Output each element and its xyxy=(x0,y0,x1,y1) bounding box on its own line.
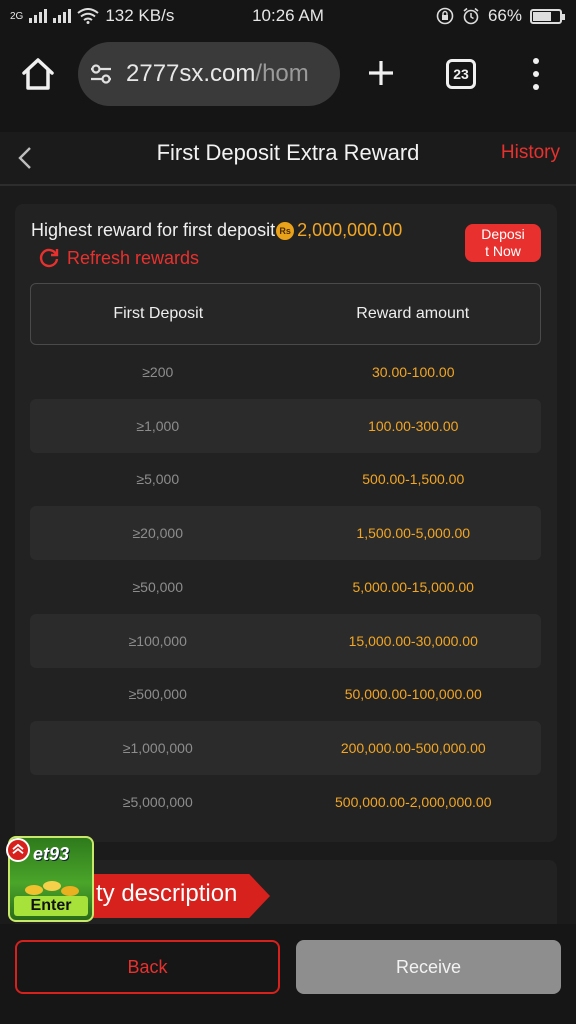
battery-icon xyxy=(530,8,565,24)
deposit-threshold: ≥20,000 xyxy=(132,525,183,542)
url-domain: 2777sx.com xyxy=(126,60,256,87)
refresh-rewards-button[interactable]: Refresh rewards xyxy=(37,246,199,270)
table-row: ≥5,000,000 500,000.00-2,000,000.00 xyxy=(30,775,541,829)
status-bar: 2G 132 KB/s 10:26 AM 66% xyxy=(0,0,576,32)
tab-count: 23 xyxy=(453,66,469,82)
overflow-menu-icon[interactable] xyxy=(528,58,544,90)
reward-range: 200,000.00-500,000.00 xyxy=(340,740,486,757)
table-row: ≥1,000 100.00-300.00 xyxy=(30,398,541,453)
reward-range: 100.00-300.00 xyxy=(368,417,459,434)
table-row: ≥1,000,000 200,000.00-500,000.00 xyxy=(30,721,541,775)
bottom-action-bar: Back Receive xyxy=(0,924,576,1024)
table-row: ≥100,000 15,000.00-30,000.00 xyxy=(30,613,541,668)
table-row: ≥5,000 500.00-1,500.00 xyxy=(30,453,541,507)
lock-rotation-icon xyxy=(436,7,454,25)
battery-percent: 66% xyxy=(487,6,522,25)
promo-enter-button[interactable]: Enter xyxy=(14,896,88,916)
url-path: /hom xyxy=(255,60,309,87)
col-first-deposit: First Deposit xyxy=(113,305,204,322)
deposit-now-button[interactable]: Deposi t Now xyxy=(465,224,541,262)
reward-table-header: First Deposit Reward amount xyxy=(30,283,541,345)
address-bar[interactable]: 2777sx.com/hom xyxy=(78,42,340,106)
new-tab-icon[interactable] xyxy=(366,58,396,88)
reward-range: 5,000.00-15,000.00 xyxy=(352,578,474,595)
browser-toolbar: 2777sx.com/hom 23 xyxy=(0,32,576,132)
rupee-coin-icon: Rs xyxy=(276,221,295,240)
deposit-now-label: Deposi t Now xyxy=(481,226,525,259)
deposit-threshold: ≥5,000,000 xyxy=(122,793,193,810)
url-text: 2777sx.com/hom xyxy=(126,60,309,88)
deposit-threshold: ≥5,000 xyxy=(136,471,180,488)
deposit-threshold: ≥1,000,000 xyxy=(122,740,193,757)
page-header: First Deposit Extra Reward History xyxy=(0,132,576,186)
reward-card: Highest reward for first deposit Rs 2,00… xyxy=(15,204,557,842)
deposit-threshold: ≥200 xyxy=(142,363,174,380)
highest-reward-label: Highest reward for first deposit xyxy=(31,220,276,240)
refresh-rewards-label: Refresh rewards xyxy=(67,247,200,268)
tab-switcher-icon[interactable]: 23 xyxy=(446,59,476,89)
highest-reward: Highest reward for first deposit Rs 2,00… xyxy=(31,220,402,241)
page-title: First Deposit Extra Reward xyxy=(156,140,420,165)
refresh-icon xyxy=(39,248,59,268)
highest-reward-amount: 2,000,000.00 xyxy=(297,220,403,240)
home-icon[interactable] xyxy=(20,56,56,92)
reward-range: 500,000.00-2,000,000.00 xyxy=(335,793,492,810)
table-row: ≥20,000 1,500.00-5,000.00 xyxy=(30,506,541,560)
table-row: ≥200 30.00-100.00 xyxy=(30,345,541,399)
history-link[interactable]: History xyxy=(501,142,560,164)
battery-level xyxy=(533,11,552,21)
deposit-threshold: ≥1,000 xyxy=(136,417,180,434)
deposit-threshold: ≥100,000 xyxy=(128,632,187,649)
reward-range: 1,500.00-5,000.00 xyxy=(356,525,471,542)
back-button[interactable]: Back xyxy=(15,940,280,994)
alarm-icon xyxy=(463,7,479,25)
deposit-threshold: ≥500,000 xyxy=(128,686,187,703)
deposit-threshold: ≥50,000 xyxy=(132,578,183,595)
receive-button[interactable]: Receive xyxy=(296,940,561,994)
activity-description-title: ty description xyxy=(96,880,238,907)
reward-range: 30.00-100.00 xyxy=(371,363,455,380)
status-right: 66% xyxy=(436,6,565,26)
coins-icon xyxy=(25,881,79,896)
table-row: ≥500,000 50,000.00-100,000.00 xyxy=(30,668,541,722)
table-row: ≥50,000 5,000.00-15,000.00 xyxy=(30,560,541,614)
reward-table-body: ≥200 30.00-100.00 ≥1,000 100.00-300.00 ≥5,… xyxy=(30,345,541,829)
reward-range: 50,000.00-100,000.00 xyxy=(344,686,482,703)
site-settings-icon[interactable] xyxy=(88,61,114,87)
collapse-up-icon[interactable] xyxy=(6,838,30,862)
reward-range: 15,000.00-30,000.00 xyxy=(348,632,478,649)
reward-range: 500.00-1,500.00 xyxy=(362,471,465,488)
col-reward-amount: Reward amount xyxy=(356,305,470,322)
